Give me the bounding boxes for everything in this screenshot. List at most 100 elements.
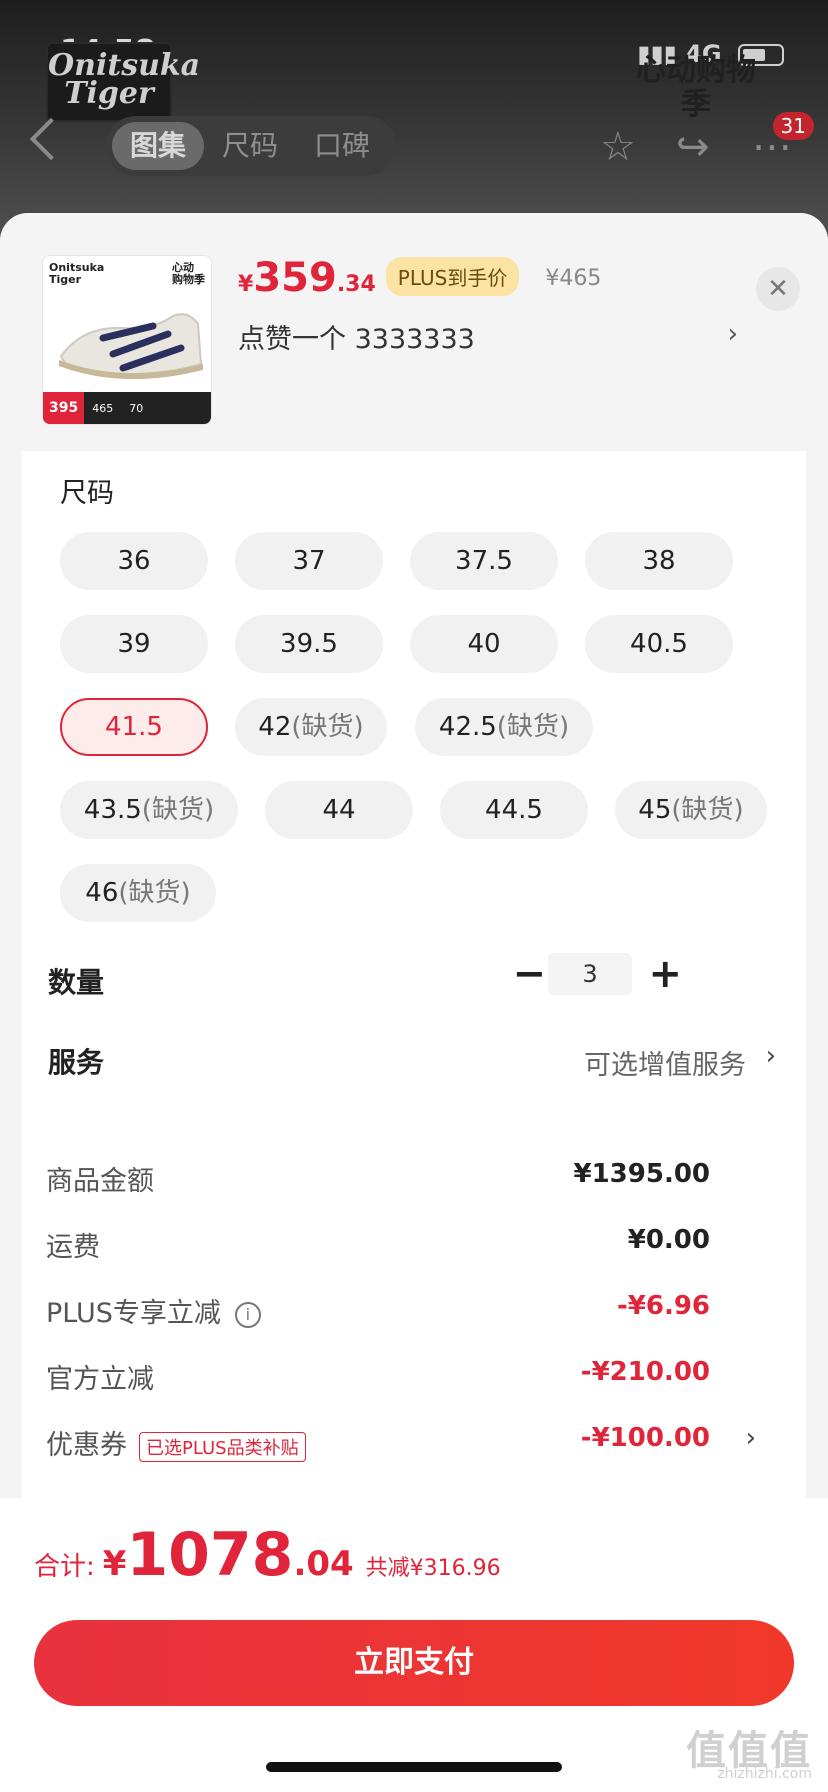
size-option-45[interactable]: 45(缺货) (615, 781, 767, 839)
size-label: 38 (642, 546, 676, 576)
goods-amount-row: 商品金额 ¥1395.00 (46, 1159, 786, 1199)
page-tabs: 图集 尺码 口碑 (106, 116, 396, 176)
quantity-plus-button[interactable]: + (648, 951, 682, 997)
plus-discount-label: PLUS专享立减 i (46, 1291, 261, 1330)
thumbnail-price-strip: 395 465 70 (43, 392, 211, 424)
size-label: 39 (117, 629, 151, 659)
out-of-stock-label: (缺货) (141, 795, 215, 825)
official-discount-label: 官方立减 (46, 1364, 154, 1395)
size-label: 40.5 (630, 629, 688, 659)
goods-amount-label: 商品金额 (46, 1166, 154, 1197)
brand-logo: Onitsuka Tiger (46, 42, 200, 122)
out-of-stock-label: (缺货) (291, 712, 364, 742)
out-of-stock-label: (缺货) (671, 795, 744, 825)
coupon-label: 优惠券 已选PLUS品类补贴 (46, 1423, 306, 1462)
info-icon[interactable]: i (234, 1301, 261, 1328)
size-option-37_5[interactable]: 37.5 (410, 532, 558, 590)
thumbnail-price: 395 (43, 392, 85, 424)
total-label: 合计: (34, 1552, 95, 1582)
size-label: 44 (322, 795, 356, 825)
cart-badge: 31 (772, 112, 814, 140)
size-label: 37.5 (455, 546, 513, 576)
quantity-minus-button[interactable]: − (512, 951, 546, 997)
plus-discount-text: PLUS专享立减 (46, 1298, 221, 1329)
size-section-title: 尺码 (60, 478, 114, 509)
size-option-42_5[interactable]: 42.5(缺货) (415, 698, 593, 756)
total-decimal: .04 (293, 1544, 354, 1584)
price-row: ¥ 359 .34 PLUS到手价 ¥465 (238, 255, 601, 302)
size-label: 41.5 (105, 712, 163, 742)
promo-logo: 心动购物季 (636, 53, 756, 122)
total-discount: 共减¥316.96 (365, 1556, 501, 1581)
thumbnail-promo: 心动 购物季 (172, 261, 205, 286)
watermark-url: zhizhizhi.com (717, 1766, 812, 1782)
quantity-input[interactable]: 3 (548, 953, 632, 995)
chevron-right-icon[interactable]: › (746, 1423, 756, 1453)
star-icon[interactable]: ☆ (600, 124, 636, 170)
official-discount-row: 官方立减 -¥210.00 (46, 1357, 786, 1397)
price-decimal: .34 (336, 272, 376, 297)
size-option-40_5[interactable]: 40.5 (585, 615, 733, 673)
thumbnail-orig: 465 (92, 401, 114, 415)
original-price: ¥465 (545, 266, 602, 291)
size-label: 44.5 (485, 795, 543, 825)
tab-gallery[interactable]: 图集 (112, 122, 205, 170)
shipping-row: 运费 ¥0.00 (46, 1225, 786, 1265)
coupon-value: -¥100.00 (580, 1423, 710, 1453)
total-symbol: ¥ (102, 1544, 127, 1584)
size-label: 39.5 (280, 629, 338, 659)
size-label: 45 (638, 795, 672, 825)
size-label: 46 (85, 878, 119, 908)
shipping-label: 运费 (46, 1232, 100, 1263)
home-indicator[interactable] (266, 1762, 562, 1772)
size-label: 42.5 (438, 712, 497, 742)
plus-discount-row: PLUS专享立减 i -¥6.96 (46, 1291, 786, 1331)
total-integer: 1078 (126, 1520, 294, 1590)
quantity-label: 数量 (48, 966, 105, 999)
chevron-right-icon[interactable]: › (728, 319, 738, 349)
shipping-value: ¥0.00 (627, 1225, 710, 1255)
product-thumbnail[interactable]: Onitsuka Tiger 心动 购物季 395 465 70 (42, 255, 212, 425)
pay-now-button[interactable]: 立即支付 (34, 1620, 794, 1706)
checkout-bar: 合计: ¥ 1078 .04 共减¥316.96 立即支付 值值值 zhizhi… (0, 1498, 828, 1792)
size-option-41_5[interactable]: 41.5 (60, 698, 208, 756)
size-option-43_5[interactable]: 43.5(缺货) (60, 781, 238, 839)
size-option-36[interactable]: 36 (60, 532, 208, 590)
sheet-header: Onitsuka Tiger 心动 购物季 395 465 70 ¥ 359 .34… (0, 213, 828, 451)
thumbnail-brand: Onitsuka Tiger (49, 261, 105, 286)
out-of-stock-label: (缺货) (496, 712, 570, 742)
size-option-44_5[interactable]: 44.5 (440, 781, 588, 839)
out-of-stock-label: (缺货) (118, 878, 191, 908)
size-option-38[interactable]: 38 (585, 532, 733, 590)
size-label: 36 (117, 546, 151, 576)
size-option-39_5[interactable]: 39.5 (235, 615, 383, 673)
size-label: 43.5 (83, 795, 142, 825)
total-row: 合计: ¥ 1078 .04 共减¥316.96 (34, 1520, 501, 1590)
selected-variant[interactable]: 点赞一个 3333333 (238, 317, 738, 356)
size-option-40[interactable]: 40 (410, 615, 558, 673)
size-option-37[interactable]: 37 (235, 532, 383, 590)
tab-reviews[interactable]: 口碑 (296, 122, 388, 170)
size-option-39[interactable]: 39 (60, 615, 208, 673)
size-label: 40 (467, 629, 501, 659)
size-label: 37 (292, 546, 326, 576)
coupon-text: 优惠券 (46, 1430, 127, 1461)
chevron-right-icon[interactable]: › (766, 1041, 776, 1071)
size-option-42[interactable]: 42(缺货) (235, 698, 387, 756)
close-icon[interactable]: ✕ (756, 267, 800, 311)
coupon-row[interactable]: 优惠券 已选PLUS品类补贴 -¥100.00 › (46, 1423, 786, 1463)
plus-discount-value: -¥6.96 (616, 1291, 710, 1321)
coupon-tag: 已选PLUS品类补贴 (139, 1431, 306, 1462)
size-option-46[interactable]: 46(缺货) (60, 864, 216, 922)
tab-size[interactable]: 尺码 (204, 122, 296, 170)
size-option-44[interactable]: 44 (265, 781, 413, 839)
thumbnail-off: 70 (129, 401, 144, 415)
back-icon[interactable] (29, 117, 73, 161)
goods-amount-value: ¥1395.00 (573, 1159, 710, 1189)
service-value[interactable]: 可选增值服务 (584, 1043, 746, 1082)
size-label: 42 (258, 712, 292, 742)
official-discount-value: -¥210.00 (580, 1357, 710, 1387)
plus-price-tag: PLUS到手价 (385, 257, 520, 296)
price-integer: 359 (253, 255, 337, 301)
share-icon[interactable]: ↪ (676, 124, 710, 170)
